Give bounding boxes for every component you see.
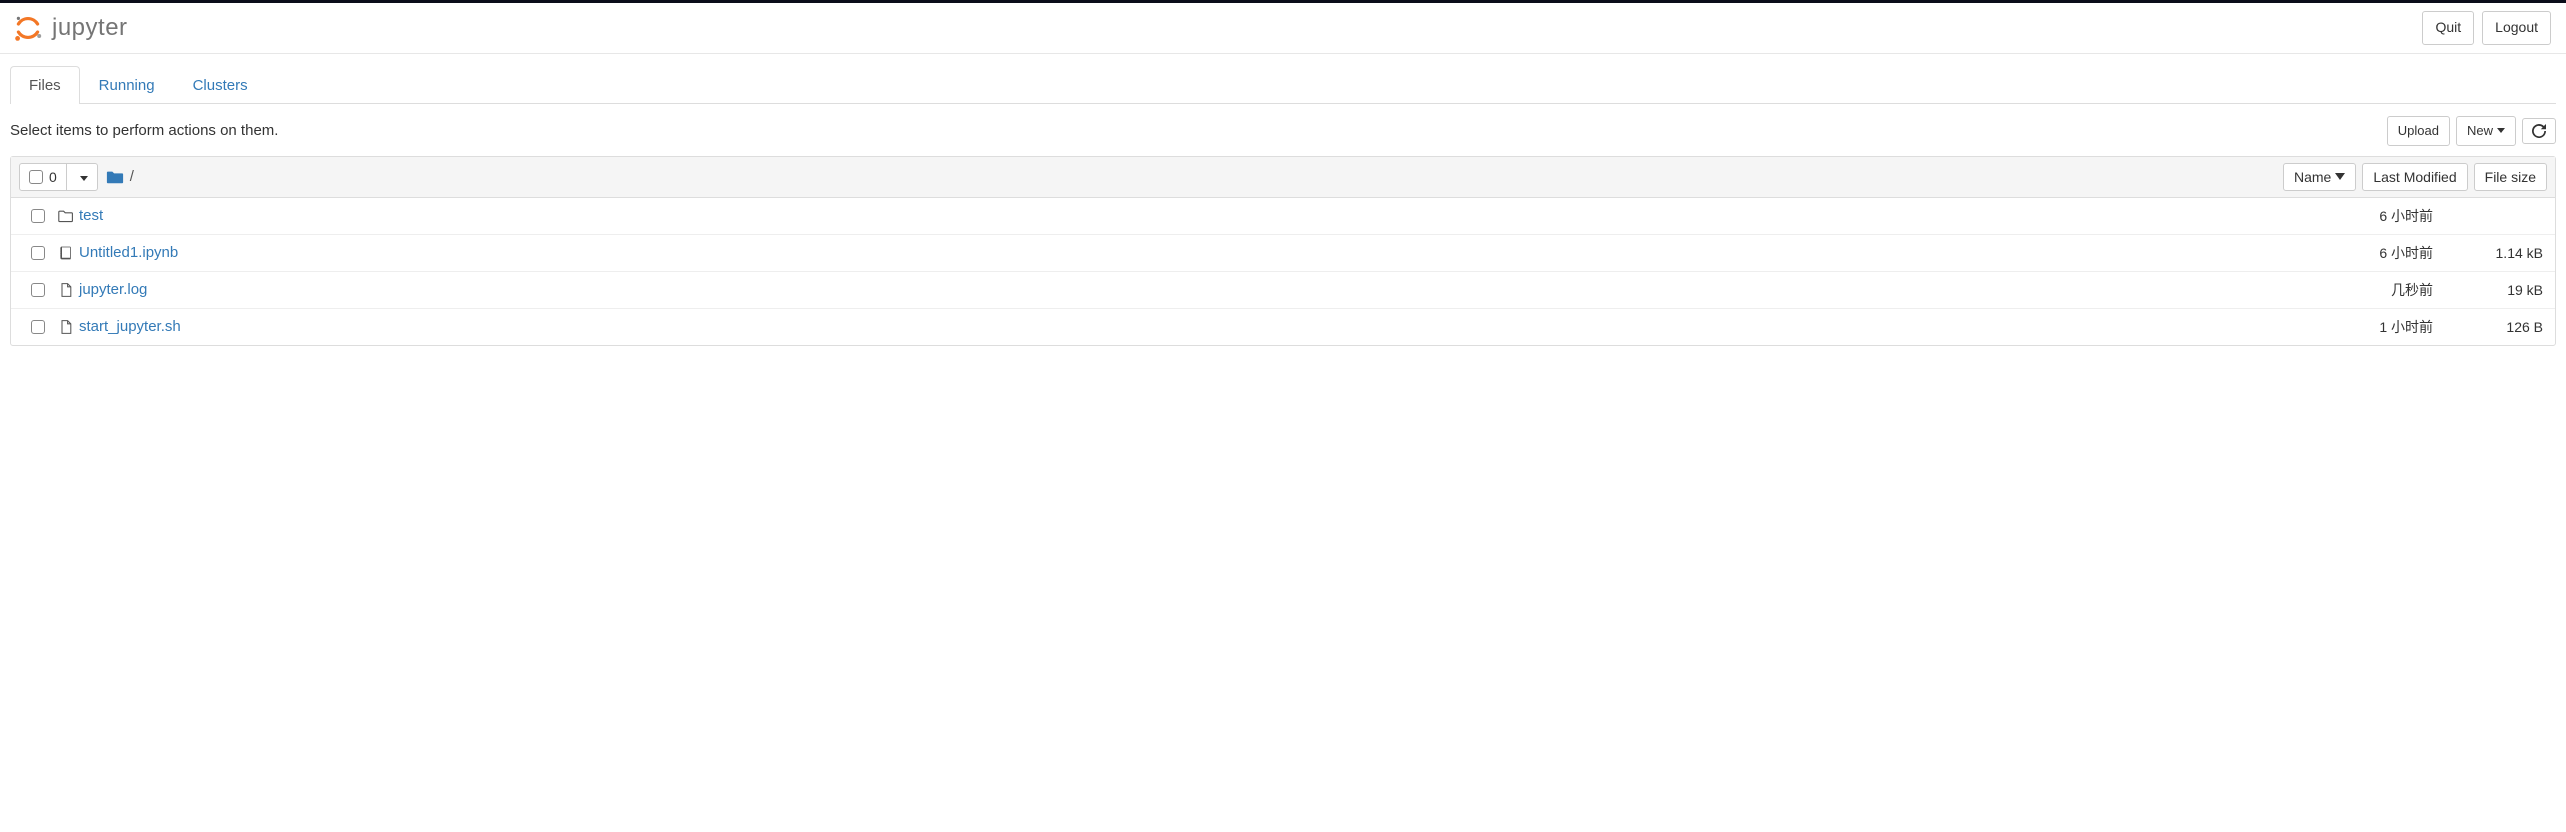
file-list: test6 小时前Untitled1.ipynb6 小时前1.14 kBjupy… [11,198,2555,345]
file-row: Untitled1.ipynb6 小时前1.14 kB [11,235,2555,272]
arrow-down-icon [2335,173,2345,180]
header: jupyter Quit Logout [0,3,2566,54]
logout-button[interactable]: Logout [2482,11,2551,45]
breadcrumb-separator: / [130,168,134,185]
quit-button[interactable]: Quit [2422,11,2474,45]
row-name[interactable]: jupyter.log [79,281,2253,298]
sort-size-button[interactable]: File size [2474,163,2547,191]
caret-down-icon [2497,128,2505,133]
panel-header-right: Name Last Modified File size [2283,163,2547,191]
action-controls: Upload New [2387,116,2556,146]
main-area: Files Running Clusters Select items to p… [0,66,2566,346]
sort-name-label: Name [2294,169,2331,185]
row-size: 19 kB [2433,282,2543,298]
tabs: Files Running Clusters [10,66,2556,104]
row-size: 126 B [2433,319,2543,335]
select-all-button[interactable]: 0 [20,164,66,190]
row-checkbox-wrap [23,283,53,297]
row-modified: 6 小时前 [2253,243,2433,263]
breadcrumb: / [106,168,134,185]
row-size: 1.14 kB [2433,245,2543,261]
row-checkbox[interactable] [31,283,45,297]
select-all-group: 0 [19,163,98,191]
tab-running[interactable]: Running [80,66,174,104]
file-icon [53,319,79,335]
select-all-checkbox[interactable] [29,170,43,184]
file-icon [53,282,79,298]
folder-icon[interactable] [106,169,124,185]
row-name[interactable]: Untitled1.ipynb [79,244,2253,261]
file-row: test6 小时前 [11,198,2555,235]
notebook-icon [53,245,79,261]
row-name[interactable]: test [79,207,2253,224]
file-row: jupyter.log几秒前19 kB [11,272,2555,309]
row-checkbox-wrap [23,246,53,260]
select-menu-button[interactable] [66,164,97,190]
file-panel: 0 / Name Last Modifie [10,156,2556,346]
row-modified: 几秒前 [2253,280,2433,300]
panel-header-left: 0 / [19,163,134,191]
selected-count: 0 [49,169,57,185]
row-checkbox-wrap [23,209,53,223]
refresh-icon [2532,124,2546,138]
select-hint: Select items to perform actions on them. [10,122,278,139]
sort-name-button[interactable]: Name [2283,163,2356,191]
file-row: start_jupyter.sh1 小时前126 B [11,309,2555,345]
row-checkbox[interactable] [31,320,45,334]
refresh-button[interactable] [2522,118,2556,144]
row-modified: 1 小时前 [2253,317,2433,337]
logo-text: jupyter [52,14,128,42]
upload-button[interactable]: Upload [2387,116,2450,146]
folder-icon [53,208,79,224]
caret-down-icon [80,176,88,181]
row-modified: 6 小时前 [2253,206,2433,226]
row-name[interactable]: start_jupyter.sh [79,318,2253,335]
jupyter-logo-icon [12,12,44,44]
row-checkbox[interactable] [31,246,45,260]
row-checkbox[interactable] [31,209,45,223]
action-bar: Select items to perform actions on them.… [10,104,2556,156]
header-buttons: Quit Logout [2422,11,2551,45]
tab-clusters[interactable]: Clusters [174,66,267,104]
sort-modified-button[interactable]: Last Modified [2362,163,2467,191]
logo[interactable]: jupyter [12,12,128,44]
row-checkbox-wrap [23,320,53,334]
new-button[interactable]: New [2456,116,2516,146]
panel-header: 0 / Name Last Modifie [11,157,2555,198]
tab-files[interactable]: Files [10,66,80,104]
new-button-label: New [2467,122,2493,140]
